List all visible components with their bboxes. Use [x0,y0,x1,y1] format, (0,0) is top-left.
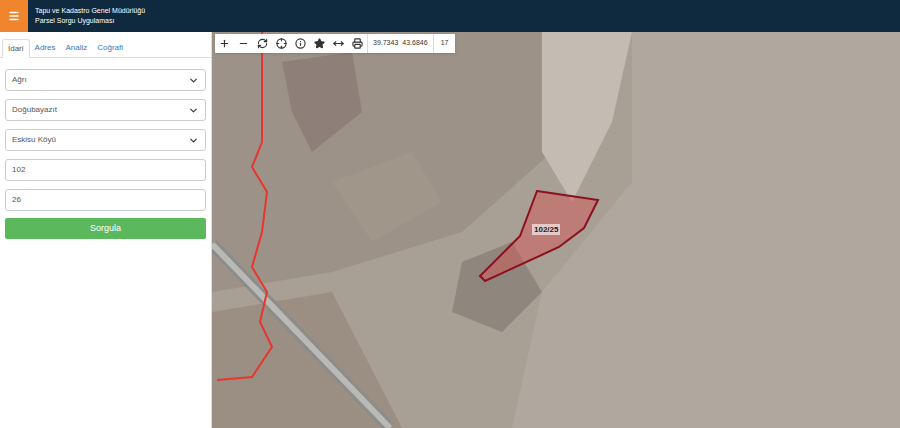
select-field[interactable]: Ağrı [5,69,206,91]
toolbar-button[interactable] [234,34,253,53]
star-icon [314,38,325,49]
select-field[interactable]: Doğubayazıt [5,99,206,121]
query-form: Ağrı Doğubayazıt Eskisu Köyü 102 26 Sorgula [0,58,211,239]
parcel-polygon [480,191,598,281]
tab[interactable]: Coğrafi [92,38,128,57]
toolbar-button[interactable] [272,34,291,53]
query-button[interactable]: Sorgula [5,218,206,239]
menu-icon [8,10,20,22]
text-input[interactable]: 102 [5,159,206,181]
zoom-out-icon [238,38,249,49]
app: Tapu ve Kadastro Genel MüdürlüğüParsel S… [0,0,900,428]
zoom-in-icon [219,38,230,49]
refresh-icon [257,38,268,49]
tab[interactable]: İdari [2,39,30,58]
header-titles: Tapu ve Kadastro Genel MüdürlüğüParsel S… [28,6,145,26]
tab[interactable]: Analiz [60,38,92,57]
header-title: Tapu ve Kadastro Genel Müdürlüğü [35,6,145,16]
toolbar-button[interactable] [310,34,329,53]
print-icon [352,38,363,49]
info-icon [295,38,306,49]
parcel-label: 102/25 [532,224,560,235]
select-value: Ağrı [12,74,27,86]
toolbar-button[interactable] [253,34,272,53]
district-boundary [217,32,272,380]
coordinate-value: 43.6846 [402,38,427,49]
select-value: Doğubayazıt [12,104,57,116]
sidebar: İdariAdresAnalizCoğrafi Ağrı Doğubayazıt Es… [0,32,212,428]
coordinates: 39.7343 43.6846 [367,34,433,53]
toolbar-button[interactable] [291,34,310,53]
header: Tapu ve Kadastro Genel MüdürlüğüParsel S… [0,0,900,32]
tab-bar: İdariAdresAnalizCoğrafi [0,32,211,58]
toolbar-button[interactable] [329,34,348,53]
toolbar-button[interactable] [348,34,367,53]
input-value: 102 [12,164,25,176]
road [212,244,390,428]
select-value: Eskisu Köyü [12,134,56,146]
main: İdariAdresAnalizCoğrafi Ağrı Doğubayazıt Es… [0,32,900,428]
tab[interactable]: Adres [30,38,61,57]
select-field[interactable]: Eskisu Köyü [5,129,206,151]
map[interactable]: 102/25 39.7343 43.6846 17 [212,32,900,428]
chevron-down-icon [188,105,199,116]
map-toolbar: 39.7343 43.6846 17 [215,34,455,53]
chevron-down-icon [188,135,199,146]
text-input[interactable]: 26 [5,189,206,211]
zoom-level: 17 [433,34,456,53]
measure-icon [333,38,344,49]
locate-icon [276,38,287,49]
coordinate-value: 39.7343 [373,38,398,49]
toolbar-button[interactable] [215,34,234,53]
input-value: 26 [12,194,21,206]
chevron-down-icon [188,75,199,86]
menu-button[interactable] [0,0,28,32]
header-subtitle: Parsel Sorgu Uygulaması [35,16,145,26]
